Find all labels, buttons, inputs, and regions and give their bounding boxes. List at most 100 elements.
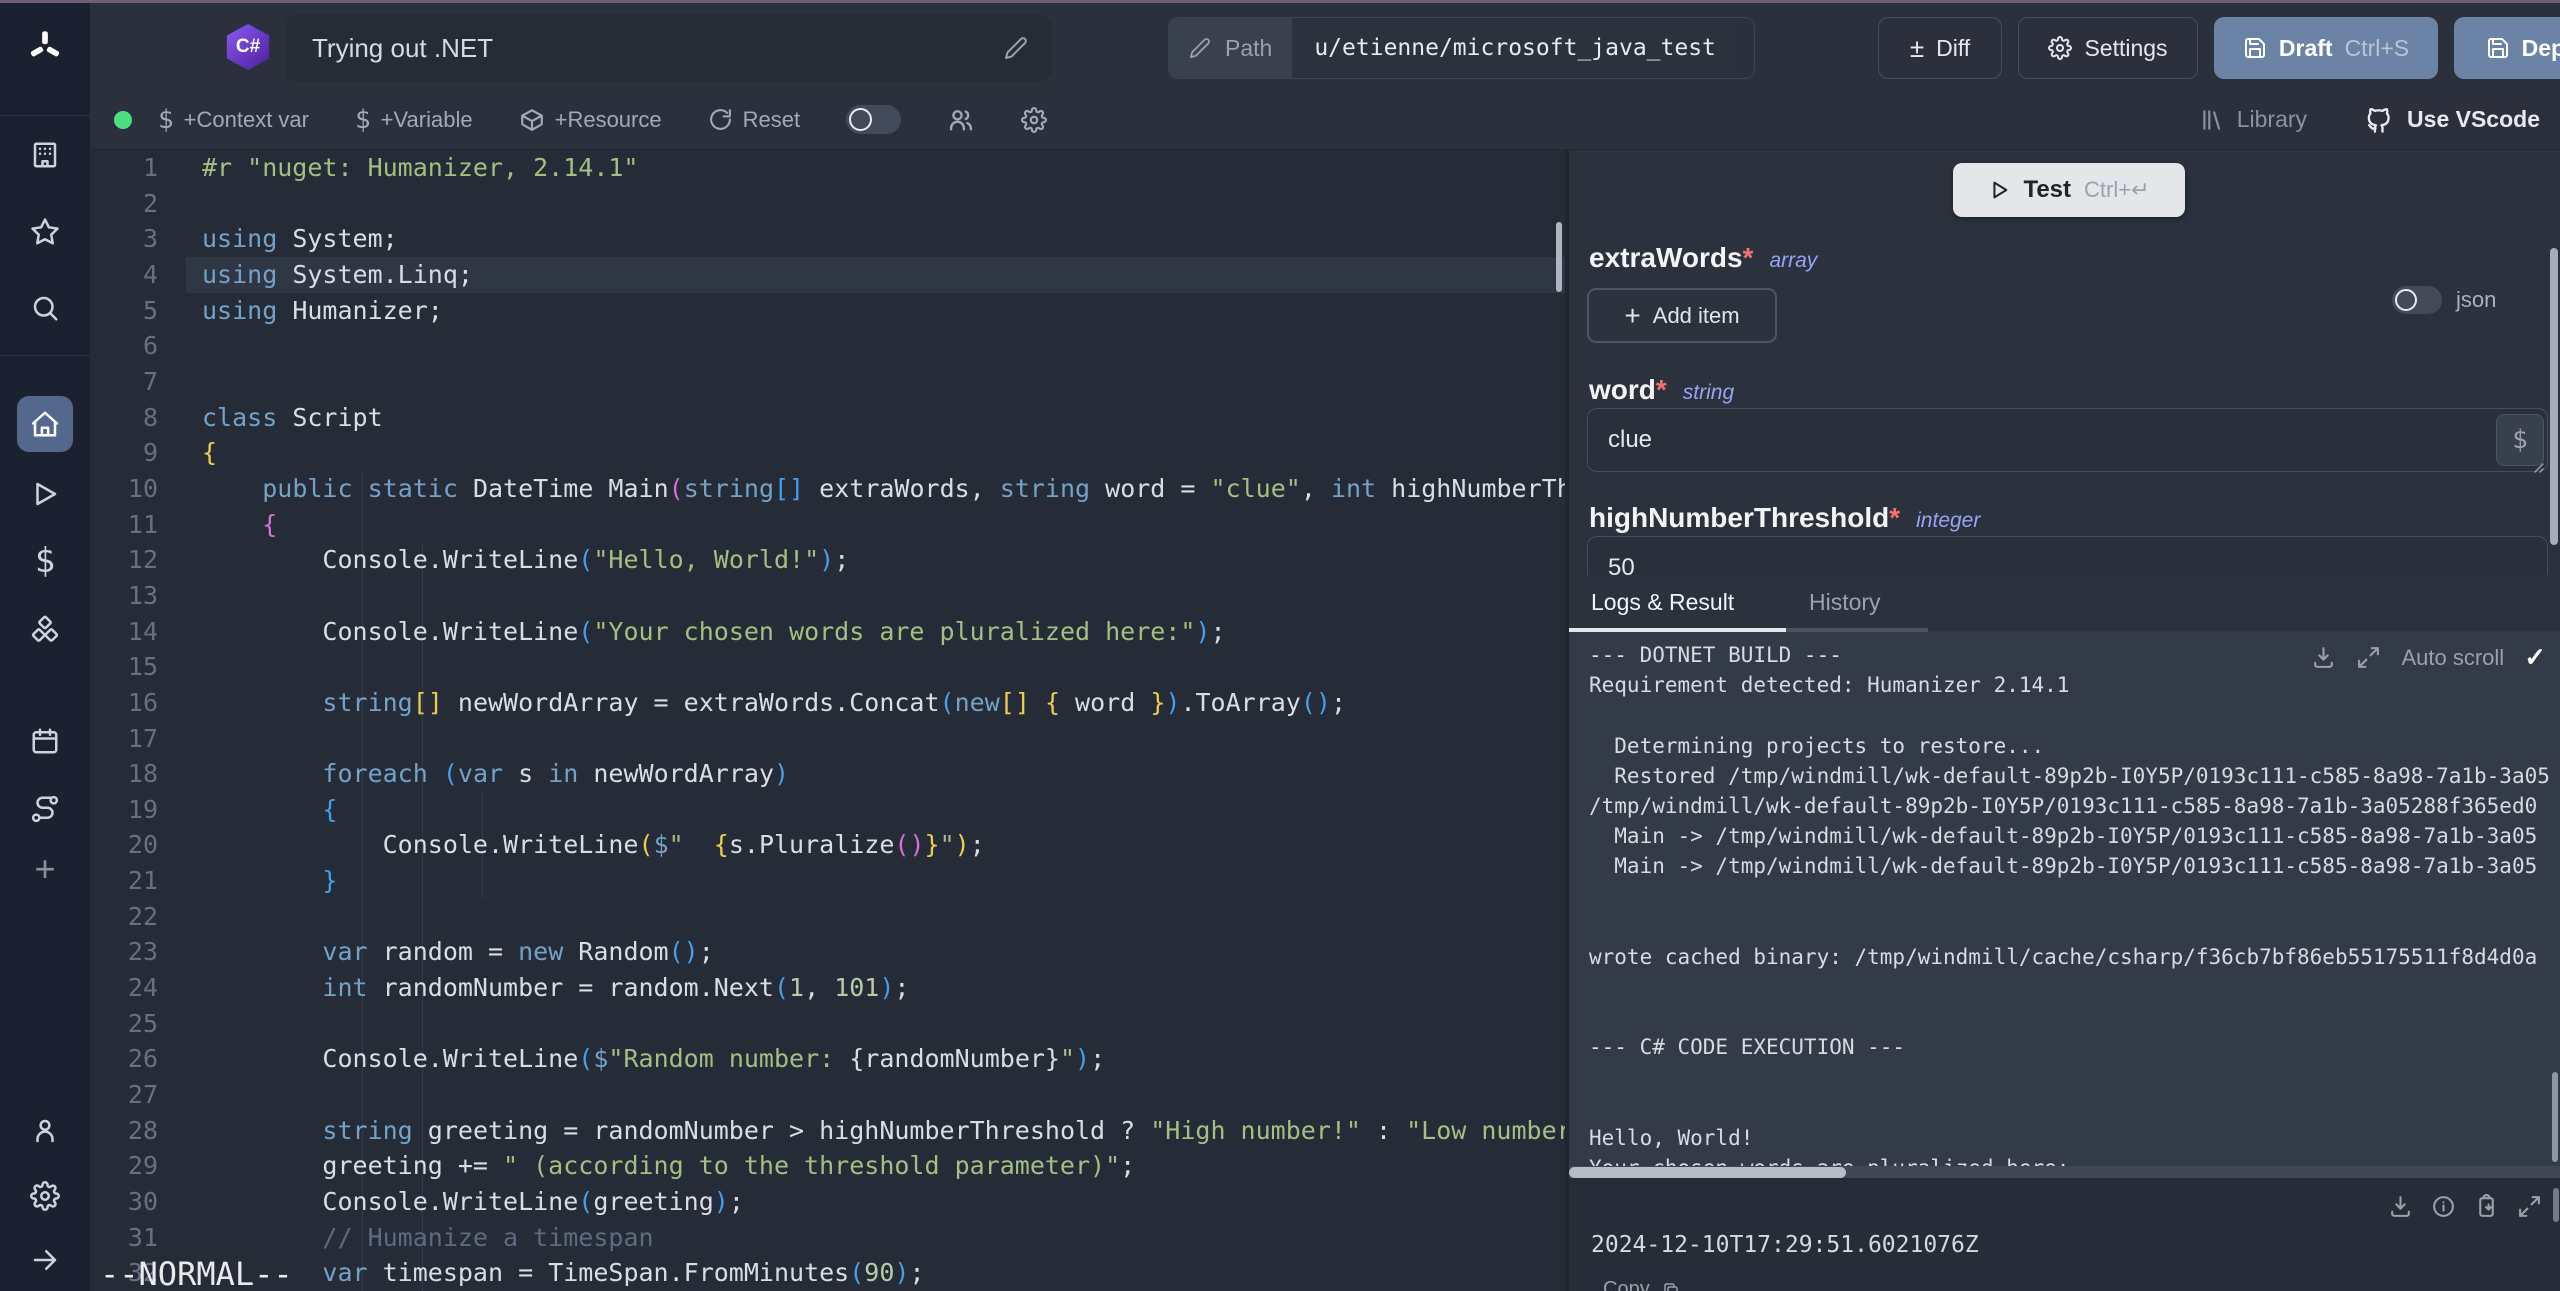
form-vertical-scrollbar[interactable] xyxy=(2550,248,2558,545)
code-line[interactable]: 16 string[] newWordArray = extraWords.Co… xyxy=(90,685,1565,721)
json-toggle[interactable] xyxy=(2392,286,2442,314)
expand-result-icon[interactable] xyxy=(2517,1194,2542,1219)
use-vscode-button[interactable]: Use VScode xyxy=(2365,106,2540,134)
variables-dollar-icon[interactable]: $ xyxy=(35,541,55,581)
code-line[interactable]: 31 // Humanize a timespan xyxy=(90,1220,1565,1256)
highNumberThreshold-input[interactable] xyxy=(1587,536,2548,575)
log-line: Requirement detected: Humanizer 2.14.1 xyxy=(1589,670,2550,700)
code-line[interactable]: 30 Console.WriteLine(greeting); xyxy=(90,1184,1565,1220)
add-plus-icon[interactable]: + xyxy=(34,848,55,890)
collapse-arrow-icon[interactable] xyxy=(30,1245,60,1275)
diff-button[interactable]: ± Diff xyxy=(1878,17,2002,79)
add-variable-button[interactable]: $ +Variable xyxy=(355,105,473,135)
code-line[interactable]: 28 string greeting = randomNumber > high… xyxy=(90,1113,1565,1149)
code-line[interactable]: 8class Script xyxy=(90,400,1565,436)
workspace-icon[interactable] xyxy=(30,140,60,170)
code-line[interactable]: 9{ xyxy=(90,435,1565,471)
log-vertical-scrollbar-thumb[interactable] xyxy=(2552,1072,2558,1162)
download-logs-icon[interactable] xyxy=(2311,645,2336,670)
deploy-button[interactable]: Deploy xyxy=(2454,17,2560,79)
log-horizontal-scrollbar-thumb[interactable] xyxy=(1569,1167,1846,1178)
insert-variable-dollar-button[interactable]: $ xyxy=(2496,414,2544,466)
status-dot xyxy=(114,111,132,129)
arguments-form: Test Ctrl+↵ extraWords*array json + Add … xyxy=(1569,150,2560,575)
collaborators-icon[interactable] xyxy=(947,106,975,134)
code-line[interactable]: 29 greeting += " (according to the thres… xyxy=(90,1148,1565,1184)
code-line[interactable]: 3using System; xyxy=(90,221,1565,257)
script-title-field[interactable]: Trying out .NET xyxy=(286,15,1052,81)
code-line[interactable]: 12 Console.WriteLine("Hello, World!"); xyxy=(90,542,1565,578)
result-vertical-scrollbar-thumb[interactable] xyxy=(2553,1188,2559,1222)
expand-logs-icon[interactable] xyxy=(2356,645,2381,670)
download-result-icon[interactable] xyxy=(2388,1194,2413,1219)
code-line[interactable]: 15 xyxy=(90,649,1565,685)
line-number: 28 xyxy=(90,1113,158,1149)
code-line[interactable]: 14 Console.WriteLine("Your chosen words … xyxy=(90,614,1565,650)
info-icon[interactable] xyxy=(2431,1194,2456,1219)
favorites-star-icon[interactable] xyxy=(30,217,60,247)
code-line[interactable]: 2 xyxy=(90,186,1565,222)
code-line[interactable]: 11 { xyxy=(90,507,1565,543)
code-line[interactable]: 4using System.Linq; xyxy=(90,257,1565,293)
code-line[interactable]: 13 xyxy=(90,578,1565,614)
diff-mode-toggle[interactable] xyxy=(846,105,901,134)
code-line[interactable]: 23 var random = new Random(); xyxy=(90,934,1565,970)
reset-button[interactable]: Reset xyxy=(708,107,800,133)
code-line[interactable]: 21 } xyxy=(90,863,1565,899)
auto-scroll-checkbox[interactable]: ✓ xyxy=(2524,642,2546,673)
home-icon[interactable] xyxy=(30,409,60,439)
resources-boxes-icon[interactable] xyxy=(30,615,60,645)
word-input[interactable] xyxy=(1587,408,2548,472)
line-number: 22 xyxy=(90,899,158,935)
code-line[interactable]: 26 Console.WriteLine($"Random number: {r… xyxy=(90,1041,1565,1077)
code-line[interactable]: 32 var timespan = TimeSpan.FromMinutes(9… xyxy=(90,1255,1565,1291)
save-icon xyxy=(2243,36,2267,60)
tab-logs-and-result[interactable]: Logs & Result xyxy=(1591,589,1734,616)
library-button[interactable]: Library xyxy=(2199,106,2307,133)
log-line xyxy=(1589,912,2550,942)
schedules-calendar-icon[interactable] xyxy=(30,726,60,756)
code-line[interactable]: 17 xyxy=(90,721,1565,757)
code-line[interactable]: 7 xyxy=(90,364,1565,400)
add-resource-button[interactable]: +Resource xyxy=(519,107,662,133)
copy-row[interactable]: Copy xyxy=(1603,1278,1680,1291)
code-line[interactable]: 5using Humanizer; xyxy=(90,293,1565,329)
copy-result-clipboard-icon[interactable] xyxy=(2474,1194,2499,1219)
windmill-logo[interactable] xyxy=(28,30,62,64)
code-editor[interactable]: 1#r "nuget: Humanizer, 2.14.1"23using Sy… xyxy=(90,150,1565,1291)
textarea-resize-handle[interactable] xyxy=(2531,460,2545,474)
draft-button[interactable]: Draft Ctrl+S xyxy=(2214,17,2438,79)
logs-output[interactable]: --- DOTNET BUILD ---Requirement detected… xyxy=(1569,632,2560,1178)
line-number: 4 xyxy=(90,257,158,293)
code-line[interactable]: 1#r "nuget: Humanizer, 2.14.1" xyxy=(90,150,1565,186)
code-line[interactable]: 27 xyxy=(90,1077,1565,1113)
edit-pencil-icon xyxy=(1189,37,1211,59)
editor-settings-gear-icon[interactable] xyxy=(1021,107,1047,133)
account-person-icon[interactable] xyxy=(30,1116,60,1146)
add-context-var-button[interactable]: $ +Context var xyxy=(158,105,309,135)
sidebar: $ + xyxy=(0,3,90,1291)
edit-pencil-icon[interactable] xyxy=(1004,36,1028,60)
path-field[interactable]: Path u/etienne/microsoft_java_test xyxy=(1168,17,1755,79)
code-line[interactable]: 6 xyxy=(90,328,1565,364)
tab-history[interactable]: History xyxy=(1809,589,1881,616)
settings-gear-icon[interactable] xyxy=(30,1181,60,1211)
code-line[interactable]: 10 public static DateTime Main(string[] … xyxy=(90,471,1565,507)
test-button[interactable]: Test Ctrl+↵ xyxy=(1953,163,2185,217)
editor-vertical-scrollbar[interactable] xyxy=(1556,222,1562,292)
sidebar-divider xyxy=(0,355,90,356)
code-line[interactable]: 24 int randomNumber = random.Next(1, 101… xyxy=(90,970,1565,1006)
line-number: 9 xyxy=(90,435,158,471)
code-line[interactable]: 18 foreach (var s in newWordArray) xyxy=(90,756,1565,792)
settings-button[interactable]: Settings xyxy=(2018,17,2198,79)
flows-route-icon[interactable] xyxy=(30,794,60,824)
add-item-button[interactable]: + Add item xyxy=(1587,288,1777,343)
code-line[interactable]: 19 { xyxy=(90,792,1565,828)
runs-play-icon[interactable] xyxy=(30,479,60,509)
json-toggle-label: json xyxy=(2456,287,2496,313)
code-line[interactable]: 20 Console.WriteLine($" {s.Pluralize()}"… xyxy=(90,827,1565,863)
code-line[interactable]: 25 xyxy=(90,1006,1565,1042)
code-line[interactable]: 22 xyxy=(90,899,1565,935)
search-icon[interactable] xyxy=(30,293,60,323)
github-icon xyxy=(2365,106,2393,134)
